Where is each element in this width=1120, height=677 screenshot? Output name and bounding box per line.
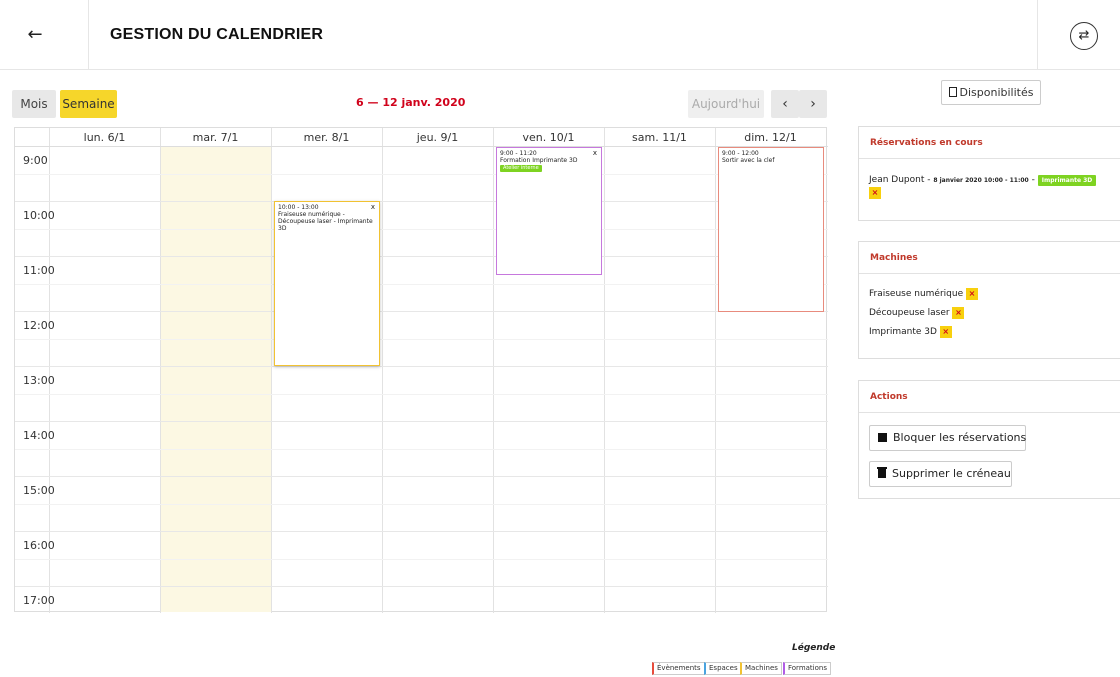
reservation-machine-tag: Imprimante 3D (1037, 175, 1097, 186)
time-label: 12:00 (23, 319, 55, 332)
legend-item-machines: Machines (740, 662, 782, 675)
stop-square-icon (878, 433, 887, 442)
header-divider (1037, 0, 1038, 70)
event-title: Formation Imprimante 3D (500, 157, 578, 164)
machine-name: Découpeuse laser (869, 308, 950, 318)
trash-icon (877, 467, 887, 478)
day-header-sat: sam. 11/1 (604, 128, 715, 147)
legend-title: Légende (792, 643, 836, 653)
grid-row-line (15, 531, 828, 532)
grid-row-line (15, 339, 828, 340)
event-evenement[interactable]: 9:00 - 12:00 Sortir avec la clef (718, 147, 824, 312)
remove-machine-icon[interactable]: × (939, 325, 952, 338)
grid-row-line (15, 201, 828, 202)
swap-icon[interactable]: ⇄ (1070, 22, 1098, 50)
grid-row-line (15, 449, 828, 450)
view-month-button[interactable]: Mois (12, 90, 56, 118)
delete-slot-label: Supprimer le créneau (892, 467, 1011, 480)
day-header-tue: mar. 7/1 (160, 128, 271, 147)
actions-title: Actions (859, 381, 1120, 413)
app-header: ← GESTION DU CALENDRIER ⇄ (0, 0, 1120, 70)
reservations-panel: Réservations en cours Jean Dupont - 8 ja… (858, 126, 1120, 221)
time-label: 13:00 (23, 374, 55, 387)
prev-week-chevron-icon[interactable]: ‹ (771, 90, 799, 118)
header-divider (88, 0, 89, 70)
today-button[interactable]: Aujourd'hui (688, 90, 764, 118)
grid-row-line (15, 394, 828, 395)
remove-machine-icon[interactable]: × (966, 287, 978, 300)
reservation-user: Jean Dupont - (869, 175, 931, 185)
grid-row-line (15, 476, 828, 477)
event-close-icon[interactable]: x (593, 150, 597, 157)
machine-item: Découpeuse laser × (869, 306, 965, 320)
day-header-mon: lun. 6/1 (49, 128, 160, 147)
remove-reservation-icon[interactable]: × (869, 187, 881, 199)
event-tag-badge: Atelier interne (500, 165, 542, 172)
machines-panel: Machines Fraiseuse numérique × Découpeus… (858, 241, 1120, 359)
grid-row-line (15, 559, 828, 560)
back-arrow-icon[interactable]: ← (22, 22, 48, 48)
today-column-highlight (160, 147, 271, 612)
reservation-date: 8 janvier 2020 10:00 - 11:00 (933, 177, 1029, 184)
block-reservations-label: Bloquer les réservations (893, 431, 1027, 444)
grid-row-line (15, 229, 828, 230)
time-label: 17:00 (23, 594, 55, 607)
remove-machine-icon[interactable]: × (952, 306, 965, 319)
time-label: 15:00 (23, 484, 55, 497)
grid-row-line (15, 366, 828, 367)
week-calendar: lun. 6/1 mar. 7/1 mer. 8/1 jeu. 9/1 ven.… (14, 127, 828, 613)
time-label: 14:00 (23, 429, 55, 442)
machine-name: Imprimante 3D (869, 327, 937, 337)
time-label: 11:00 (23, 264, 55, 277)
grid-row-line (15, 421, 828, 422)
day-header-thu: jeu. 9/1 (382, 128, 493, 147)
time-label: 16:00 (23, 539, 55, 552)
availability-button[interactable]: Disponibilités (941, 80, 1041, 105)
grid-row-line (15, 256, 828, 257)
grid-row-line (15, 504, 828, 505)
legend-item-evenements: Évènements (652, 662, 705, 675)
grid-row-line (15, 284, 828, 285)
day-header-fri: ven. 10/1 (493, 128, 604, 147)
date-range-label: 6 — 12 janv. 2020 (356, 96, 466, 109)
machine-name: Fraiseuse numérique (869, 289, 964, 299)
event-time: 9:00 - 11:20 (500, 150, 537, 157)
legend-item-espaces: Espaces (704, 662, 742, 675)
delete-slot-button[interactable]: Supprimer le créneau (869, 461, 1012, 487)
reservations-title: Réservations en cours (859, 127, 1120, 159)
page-title: GESTION DU CALENDRIER (110, 26, 324, 43)
next-week-chevron-icon[interactable]: › (799, 90, 827, 118)
event-formation[interactable]: 9:00 - 11:20 Formation Imprimante 3D Ate… (496, 147, 602, 275)
machine-item: Imprimante 3D × (869, 325, 952, 339)
time-label: 10:00 (23, 209, 55, 222)
view-week-button[interactable]: Semaine (60, 90, 117, 118)
reservation-separator: - (1031, 175, 1035, 185)
machine-item: Fraiseuse numérique × (869, 287, 978, 301)
grid-row-line (15, 311, 828, 312)
event-time: 10:00 - 13:00 (278, 204, 319, 211)
block-reservations-button[interactable]: Bloquer les réservations (869, 425, 1026, 451)
event-title: Sortir avec la clef (722, 157, 775, 164)
document-icon (948, 87, 957, 97)
event-time: 9:00 - 12:00 (722, 150, 759, 157)
grid-row-line (15, 174, 828, 175)
legend-item-formations: Formations (783, 662, 831, 675)
event-machine-reservation[interactable]: 10:00 - 13:00 Fraiseuse numérique - Déco… (274, 201, 380, 366)
machines-title: Machines (859, 242, 1120, 274)
event-title: Fraiseuse numérique - Découpeuse laser -… (278, 211, 373, 232)
day-header-sun: dim. 12/1 (715, 128, 826, 147)
event-close-icon[interactable]: x (371, 204, 375, 211)
availability-label: Disponibilités (959, 86, 1034, 99)
day-header-wed: mer. 8/1 (271, 128, 382, 147)
time-label: 9:00 (23, 154, 48, 167)
grid-row-line (15, 586, 828, 587)
reservation-item: Jean Dupont - 8 janvier 2020 10:00 - 11:… (869, 174, 1114, 201)
